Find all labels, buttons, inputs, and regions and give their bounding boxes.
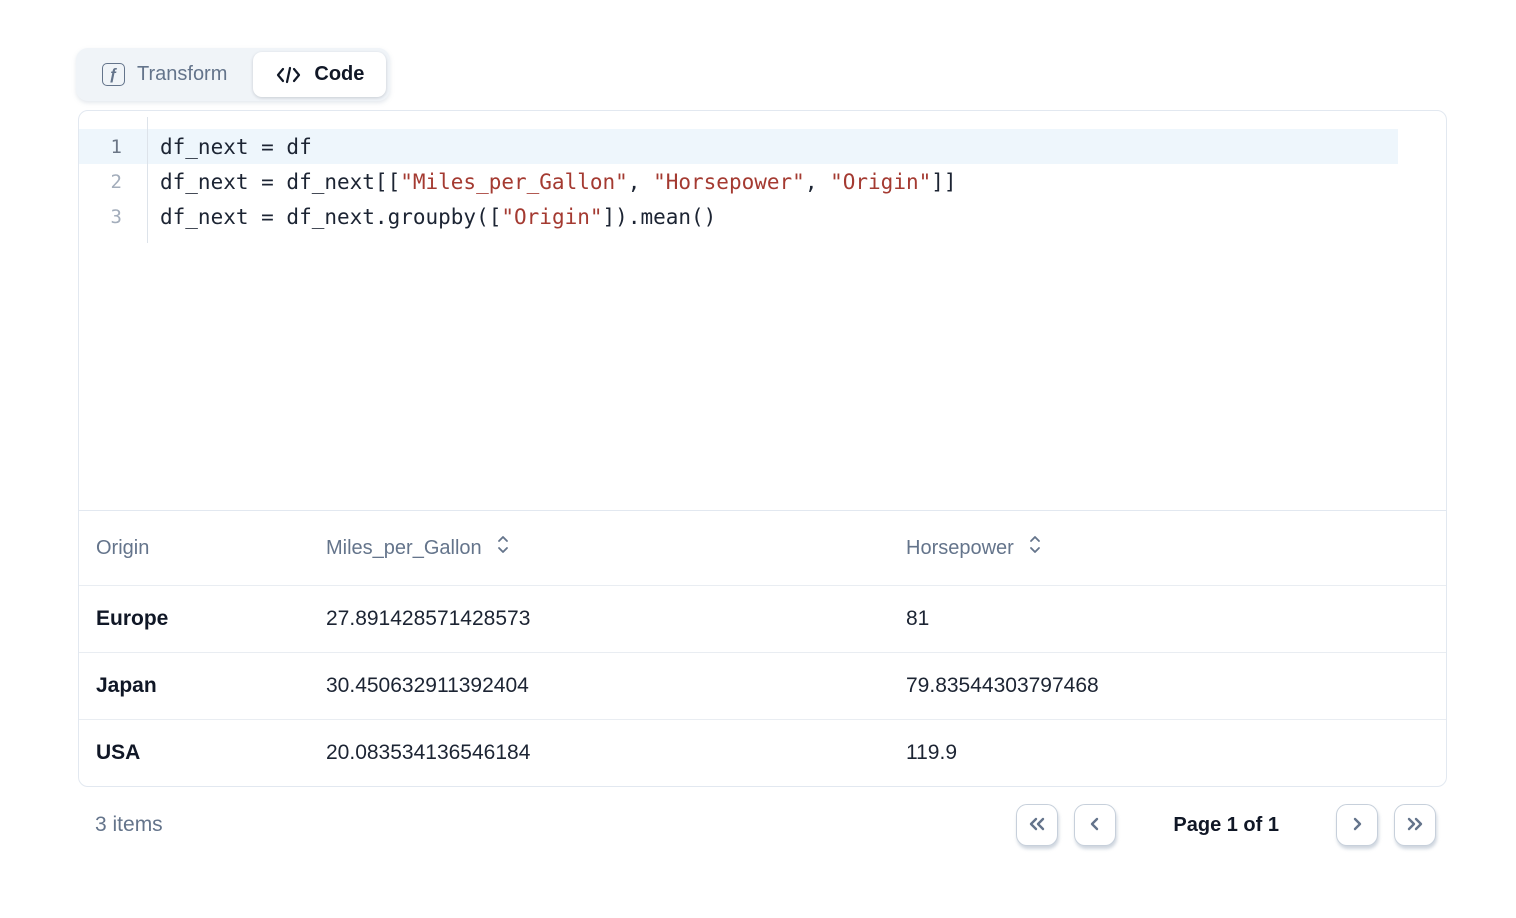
line-number: 1 [79, 136, 147, 158]
column-header-label: Origin [96, 537, 149, 560]
tab-transform[interactable]: ƒ Transform [80, 52, 249, 97]
page-indicator: Page 1 of 1 [1173, 814, 1279, 837]
chevron-left-icon [1086, 815, 1104, 836]
table-row: Japan30.45063291139240479.83544303797468 [79, 652, 1446, 719]
items-count: 3 items [95, 813, 163, 837]
column-header-origin: Origin [96, 537, 326, 560]
cell-miles-per-gallon: 20.083534136546184 [326, 741, 906, 765]
column-header-label: Miles_per_Gallon [326, 537, 482, 560]
cell-miles-per-gallon: 30.450632911392404 [326, 674, 906, 698]
code-line[interactable]: 3df_next = df_next.groupby(["Origin"]).m… [79, 199, 1446, 234]
table-row: USA20.083534136546184119.9 [79, 719, 1446, 786]
prev-page-button[interactable] [1074, 804, 1116, 846]
code-line[interactable]: 2df_next = df_next[["Miles_per_Gallon", … [79, 164, 1446, 199]
chevrons-right-icon [1404, 815, 1426, 836]
code-line-text: df_next = df_next[["Miles_per_Gallon", "… [147, 170, 957, 194]
gutter-divider [147, 117, 148, 243]
last-page-button[interactable] [1394, 804, 1436, 846]
pagination: Page 1 of 1 [1016, 804, 1436, 846]
code-line-text: df_next = df [147, 135, 312, 159]
cell-origin: Japan [96, 674, 326, 698]
tab-code-label: Code [314, 63, 364, 86]
function-f-icon: ƒ [102, 63, 125, 86]
code-brackets-icon [275, 65, 302, 85]
sort-updown-icon [1028, 534, 1042, 562]
code-line[interactable]: 1df_next = df [79, 129, 1398, 164]
column-header-horsepower[interactable]: Horsepower [906, 534, 1446, 562]
sort-updown-icon [496, 534, 510, 562]
table-row: Europe27.89142857142857381 [79, 585, 1446, 652]
code-line-text: df_next = df_next.groupby(["Origin"]).me… [147, 205, 716, 229]
cell-miles-per-gallon: 27.891428571428573 [326, 607, 906, 631]
column-header-label: Horsepower [906, 537, 1014, 560]
tab-transform-label: Transform [137, 63, 227, 86]
first-page-button[interactable] [1016, 804, 1058, 846]
line-number: 2 [79, 171, 147, 193]
tab-code[interactable]: Code [253, 52, 386, 97]
table-footer: 3 items Page 1 of 1 [78, 801, 1447, 849]
cell-horsepower: 119.9 [906, 741, 1446, 765]
chevron-right-icon [1348, 815, 1366, 836]
cell-horsepower: 81 [906, 607, 1446, 631]
view-switcher: ƒ Transform Code [76, 48, 390, 101]
code-editor[interactable]: 1df_next = df2df_next = df_next[["Miles_… [79, 111, 1446, 510]
table-body: Europe27.89142857142857381Japan30.450632… [79, 585, 1446, 786]
line-number: 3 [79, 206, 147, 228]
cell-horsepower: 79.83544303797468 [906, 674, 1446, 698]
code-and-table-panel: 1df_next = df2df_next = df_next[["Miles_… [78, 110, 1447, 787]
cell-origin: Europe [96, 607, 326, 631]
column-header-miles_per_gallon[interactable]: Miles_per_Gallon [326, 534, 906, 562]
cell-origin: USA [96, 741, 326, 765]
chevrons-left-icon [1026, 815, 1048, 836]
table-header-row: Origin Miles_per_Gallon Horsepower [79, 510, 1446, 585]
next-page-button[interactable] [1336, 804, 1378, 846]
